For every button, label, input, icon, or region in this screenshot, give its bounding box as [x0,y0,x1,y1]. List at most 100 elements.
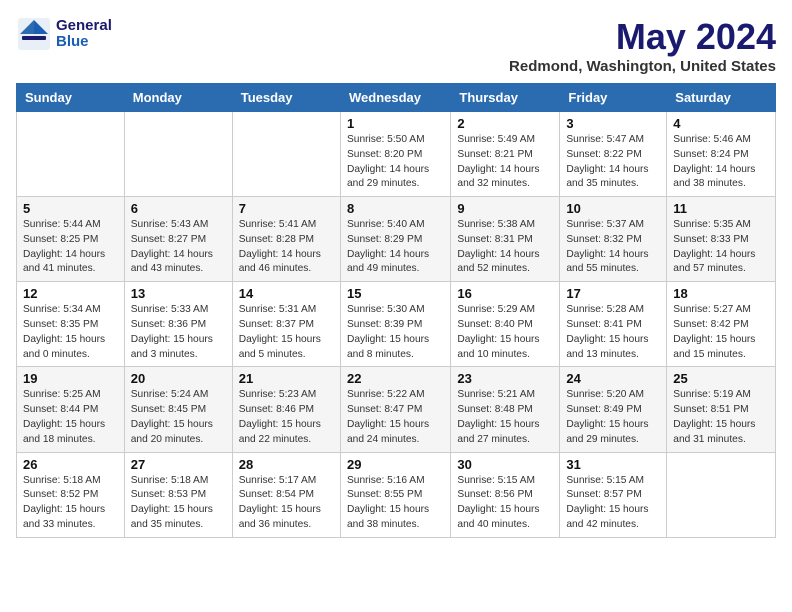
cell-sunrise-info: Sunrise: 5:29 AM Sunset: 8:40 PM Dayligh… [457,303,553,362]
day-number: 25 [673,371,769,386]
day-number: 16 [457,286,553,301]
calendar-table: SundayMondayTuesdayWednesdayThursdayFrid… [16,83,776,538]
day-number: 1 [347,116,444,131]
calendar-week-row: 1 Sunrise: 5:50 AM Sunset: 8:20 PM Daylig… [17,112,776,197]
day-number: 18 [673,286,769,301]
day-number: 29 [347,457,444,472]
calendar-week-row: 5 Sunrise: 5:44 AM Sunset: 8:25 PM Daylig… [17,197,776,282]
calendar-cell: 16 Sunrise: 5:29 AM Sunset: 8:40 PM Dayli… [451,282,560,367]
calendar-cell: 3 Sunrise: 5:47 AM Sunset: 8:22 PM Daylig… [560,112,667,197]
calendar-cell: 29 Sunrise: 5:16 AM Sunset: 8:55 PM Dayli… [340,452,450,537]
location-subtitle: Redmond, Washington, United States [509,58,776,75]
logo: General Blue [16,16,112,52]
calendar-cell: 7Sunrise: 5:41 AM Sunset: 8:28 PM Daylig… [232,197,340,282]
calendar-cell: 22 Sunrise: 5:22 AM Sunset: 8:47 PM Dayli… [340,367,450,452]
calendar-cell: 19 Sunrise: 5:25 AM Sunset: 8:44 PM Dayli… [17,367,125,452]
cell-sunrise-info: Sunrise: 5:50 AM Sunset: 8:20 PM Dayligh… [347,133,444,192]
cell-sunrise-info: Sunrise: 5:44 AM Sunset: 8:25 PM Dayligh… [23,218,118,277]
cell-sunrise-info: Sunrise: 5:15 AM Sunset: 8:57 PM Dayligh… [566,474,660,533]
cell-sunrise-info: Sunrise: 5:25 AM Sunset: 8:44 PM Dayligh… [23,388,118,447]
cell-sunrise-info: Sunrise: 5:23 AM Sunset: 8:46 PM Dayligh… [239,388,334,447]
day-number: 15 [347,286,444,301]
calendar-week-row: 12Sunrise: 5:34 AM Sunset: 8:35 PM Dayli… [17,282,776,367]
calendar-cell [667,452,776,537]
cell-sunrise-info: Sunrise: 5:31 AM Sunset: 8:37 PM Dayligh… [239,303,334,362]
calendar-cell: 25 Sunrise: 5:19 AM Sunset: 8:51 PM Dayli… [667,367,776,452]
calendar-cell: 20 Sunrise: 5:24 AM Sunset: 8:45 PM Dayli… [124,367,232,452]
calendar-cell: 12Sunrise: 5:34 AM Sunset: 8:35 PM Dayli… [17,282,125,367]
calendar-cell: 8Sunrise: 5:40 AM Sunset: 8:29 PM Daylig… [340,197,450,282]
day-number: 27 [131,457,226,472]
cell-sunrise-info: Sunrise: 5:33 AM Sunset: 8:36 PM Dayligh… [131,303,226,362]
calendar-cell: 24Sunrise: 5:20 AM Sunset: 8:49 PM Dayli… [560,367,667,452]
calendar-cell: 17 Sunrise: 5:28 AM Sunset: 8:41 PM Dayli… [560,282,667,367]
page-header: General Blue May 2024 Redmond, Washingto… [16,16,776,75]
cell-sunrise-info: Sunrise: 5:27 AM Sunset: 8:42 PM Dayligh… [673,303,769,362]
day-number: 26 [23,457,118,472]
cell-sunrise-info: Sunrise: 5:40 AM Sunset: 8:29 PM Dayligh… [347,218,444,277]
day-of-week-header: Saturday [667,84,776,112]
calendar-cell: 27 Sunrise: 5:18 AM Sunset: 8:53 PM Dayli… [124,452,232,537]
day-number: 14 [239,286,334,301]
title-area: May 2024 Redmond, Washington, United Sta… [509,16,776,75]
day-number: 13 [131,286,226,301]
day-number: 28 [239,457,334,472]
cell-sunrise-info: Sunrise: 5:46 AM Sunset: 8:24 PM Dayligh… [673,133,769,192]
cell-sunrise-info: Sunrise: 5:43 AM Sunset: 8:27 PM Dayligh… [131,218,226,277]
cell-sunrise-info: Sunrise: 5:49 AM Sunset: 8:21 PM Dayligh… [457,133,553,192]
cell-sunrise-info: Sunrise: 5:16 AM Sunset: 8:55 PM Dayligh… [347,474,444,533]
calendar-cell: 2 Sunrise: 5:49 AM Sunset: 8:21 PM Daylig… [451,112,560,197]
calendar-cell: 5 Sunrise: 5:44 AM Sunset: 8:25 PM Daylig… [17,197,125,282]
day-number: 2 [457,116,553,131]
day-of-week-header: Thursday [451,84,560,112]
cell-sunrise-info: Sunrise: 5:37 AM Sunset: 8:32 PM Dayligh… [566,218,660,277]
day-number: 5 [23,201,118,216]
calendar-cell: 14 Sunrise: 5:31 AM Sunset: 8:37 PM Dayli… [232,282,340,367]
day-number: 21 [239,371,334,386]
calendar-cell: 28 Sunrise: 5:17 AM Sunset: 8:54 PM Dayli… [232,452,340,537]
calendar-cell: 15 Sunrise: 5:30 AM Sunset: 8:39 PM Dayli… [340,282,450,367]
cell-sunrise-info: Sunrise: 5:19 AM Sunset: 8:51 PM Dayligh… [673,388,769,447]
day-number: 31 [566,457,660,472]
calendar-cell: 6 Sunrise: 5:43 AM Sunset: 8:27 PM Daylig… [124,197,232,282]
day-number: 11 [673,201,769,216]
calendar-cell: 26 Sunrise: 5:18 AM Sunset: 8:52 PM Dayli… [17,452,125,537]
cell-sunrise-info: Sunrise: 5:28 AM Sunset: 8:41 PM Dayligh… [566,303,660,362]
cell-sunrise-info: Sunrise: 5:35 AM Sunset: 8:33 PM Dayligh… [673,218,769,277]
day-of-week-header: Friday [560,84,667,112]
calendar-cell [124,112,232,197]
calendar-cell: 10Sunrise: 5:37 AM Sunset: 8:32 PM Dayli… [560,197,667,282]
cell-sunrise-info: Sunrise: 5:15 AM Sunset: 8:56 PM Dayligh… [457,474,553,533]
day-of-week-header: Wednesday [340,84,450,112]
calendar-cell: 9 Sunrise: 5:38 AM Sunset: 8:31 PM Daylig… [451,197,560,282]
day-number: 6 [131,201,226,216]
cell-sunrise-info: Sunrise: 5:24 AM Sunset: 8:45 PM Dayligh… [131,388,226,447]
day-number: 12 [23,286,118,301]
calendar-cell: 30Sunrise: 5:15 AM Sunset: 8:56 PM Dayli… [451,452,560,537]
day-number: 20 [131,371,226,386]
cell-sunrise-info: Sunrise: 5:22 AM Sunset: 8:47 PM Dayligh… [347,388,444,447]
day-of-week-header: Monday [124,84,232,112]
cell-sunrise-info: Sunrise: 5:18 AM Sunset: 8:53 PM Dayligh… [131,474,226,533]
day-number: 22 [347,371,444,386]
day-number: 17 [566,286,660,301]
cell-sunrise-info: Sunrise: 5:30 AM Sunset: 8:39 PM Dayligh… [347,303,444,362]
cell-sunrise-info: Sunrise: 5:18 AM Sunset: 8:52 PM Dayligh… [23,474,118,533]
cell-sunrise-info: Sunrise: 5:38 AM Sunset: 8:31 PM Dayligh… [457,218,553,277]
day-number: 9 [457,201,553,216]
day-number: 3 [566,116,660,131]
day-number: 4 [673,116,769,131]
day-number: 19 [23,371,118,386]
calendar-cell: 31 Sunrise: 5:15 AM Sunset: 8:57 PM Dayli… [560,452,667,537]
month-title: May 2024 [509,16,776,58]
calendar-cell: 21 Sunrise: 5:23 AM Sunset: 8:46 PM Dayli… [232,367,340,452]
cell-sunrise-info: Sunrise: 5:47 AM Sunset: 8:22 PM Dayligh… [566,133,660,192]
cell-sunrise-info: Sunrise: 5:41 AM Sunset: 8:28 PM Dayligh… [239,218,334,277]
cell-sunrise-info: Sunrise: 5:21 AM Sunset: 8:48 PM Dayligh… [457,388,553,447]
day-number: 23 [457,371,553,386]
day-of-week-header: Sunday [17,84,125,112]
day-of-week-header: Tuesday [232,84,340,112]
calendar-cell: 23 Sunrise: 5:21 AM Sunset: 8:48 PM Dayli… [451,367,560,452]
cell-sunrise-info: Sunrise: 5:17 AM Sunset: 8:54 PM Dayligh… [239,474,334,533]
day-number: 24 [566,371,660,386]
